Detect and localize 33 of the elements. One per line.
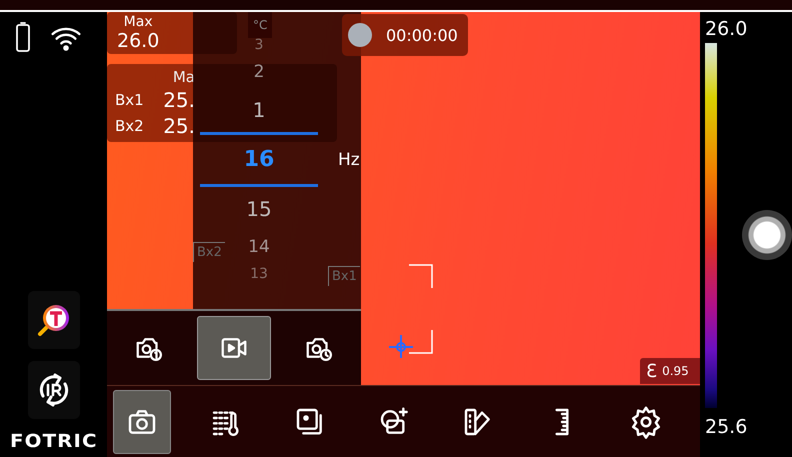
temperature-search-app-button[interactable] <box>28 291 80 349</box>
battery-icon <box>14 22 32 54</box>
scale-max-value: 26.0 <box>705 18 748 40</box>
spot-value: 26.0 <box>117 30 160 52</box>
magnifier-t-icon <box>36 302 72 338</box>
spot-label: Max <box>124 14 153 30</box>
frame-rate-option[interactable]: 13 <box>250 266 268 282</box>
frame-rate-option[interactable]: 2 <box>254 62 264 82</box>
box-label: Bx2 <box>193 242 225 262</box>
settings-icon <box>629 404 663 438</box>
frame-rate-option[interactable]: 1 <box>252 98 266 122</box>
frame-rate-option[interactable]: 16 <box>244 147 274 172</box>
emissivity-symbol: Ɛ <box>646 360 658 382</box>
shutter-button[interactable] <box>742 210 792 260</box>
table-cell-text: 25. <box>162 88 195 112</box>
brand-logo: FOTRIC <box>10 431 98 452</box>
record-dot-icon <box>348 23 372 47</box>
scale-min-value: 25.6 <box>705 416 748 438</box>
column-header: Ma <box>172 68 195 86</box>
capture-mode-button[interactable] <box>196 316 271 380</box>
ir-switch-button[interactable] <box>28 361 80 419</box>
box-name: Bx2 <box>115 117 145 135</box>
unit-label: Hz <box>338 150 360 170</box>
frame-rate-option[interactable]: 15 <box>246 197 272 221</box>
box-name: Bx1 <box>115 91 145 109</box>
table-cell-text: 25. <box>162 114 195 138</box>
frame-rate-option[interactable]: 3 <box>254 37 264 53</box>
box-label: Bx1 <box>328 266 360 286</box>
recording-time: 00:00:00 <box>386 26 458 44</box>
frame-rate-option[interactable]: 14 <box>248 237 270 257</box>
toolbar-button[interactable] <box>113 390 171 454</box>
temperature-unit: °C <box>248 12 272 38</box>
emissivity-value: 0.95 <box>662 364 689 378</box>
